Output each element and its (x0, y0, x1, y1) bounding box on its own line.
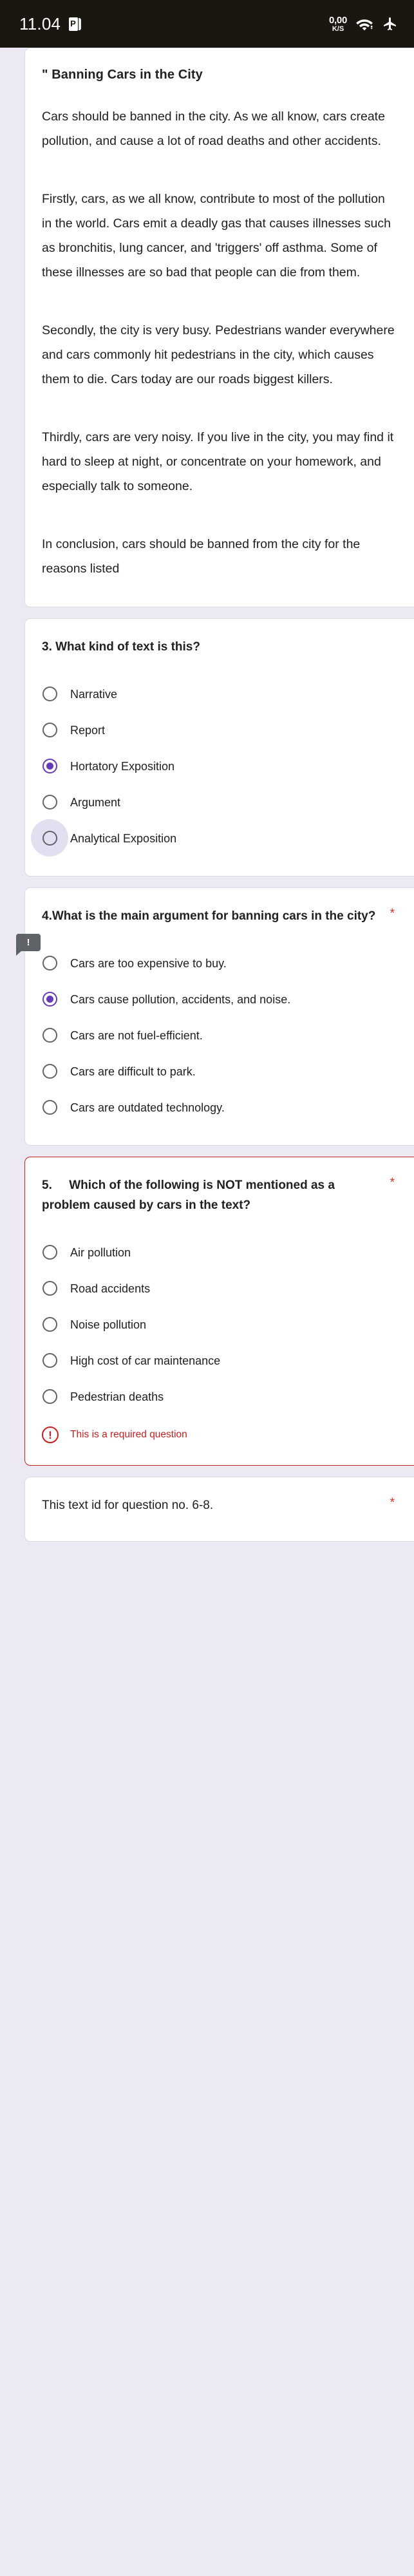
option-row[interactable]: Cars are outdated technology. (42, 1090, 397, 1126)
wifi-icon (356, 19, 373, 31)
passage-paragraph-1: Cars should be banned in the city. As we… (42, 109, 385, 148)
passage-paragraph-2: Firstly, cars, as we all know, contribut… (42, 192, 391, 279)
required-asterisk-5: * (390, 1176, 395, 1189)
option-label: Noise pollution (70, 1318, 147, 1331)
required-error-row: ! This is a required question (42, 1415, 397, 1446)
passage-paragraph-3: Secondly, the city is very busy. Pedestr… (42, 323, 395, 386)
option-row[interactable]: Air pollution (42, 1235, 397, 1271)
option-label: Hortatory Exposition (70, 760, 175, 773)
option-label: Cars are difficult to park. (70, 1065, 196, 1078)
option-row[interactable]: Road accidents (42, 1271, 397, 1307)
options-list-4: Cars are too expensive to buy. Cars caus… (42, 945, 397, 1126)
comment-marker[interactable]: ! (16, 934, 41, 956)
question-header-6: This text id for question no. 6-8. * (42, 1495, 397, 1515)
passage-paragraph-4: Thirdly, cars are very noisy. If you liv… (42, 430, 394, 493)
option-label: Cars are too expensive to buy. (70, 957, 227, 970)
powerpoint-icon-letter: P (70, 18, 76, 28)
radio-button[interactable] (42, 955, 57, 971)
options-list-5: Air pollution Road accidents Noise pollu… (42, 1235, 397, 1415)
radio-button[interactable] (42, 1063, 57, 1079)
option-row[interactable]: Argument (42, 784, 397, 820)
question-card-3: 3. What kind of text is this? Narrative … (24, 618, 414, 876)
passage-title: " Banning Cars in the City (42, 68, 203, 82)
option-label: Narrative (70, 688, 118, 701)
error-message: This is a required question (70, 1429, 187, 1440)
option-label: Cars cause pollution, accidents, and noi… (70, 993, 291, 1006)
radio-button[interactable] (42, 1316, 57, 1332)
airplane-mode-icon (384, 17, 396, 30)
status-bar-right: 0,00 K/S (329, 15, 399, 33)
clock-time: 11.04 (19, 14, 61, 33)
option-row[interactable]: Noise pollution (42, 1307, 397, 1343)
option-label: Cars are outdated technology. (70, 1101, 225, 1114)
option-label: Air pollution (70, 1246, 131, 1259)
option-row[interactable]: Narrative (42, 676, 397, 712)
option-label: Pedestrian deaths (70, 1390, 164, 1403)
option-row[interactable]: Cars are too expensive to buy. (42, 945, 397, 981)
question-header-5: 5. Which of the following is NOT mention… (42, 1175, 397, 1215)
status-bar-left: 11.04 P (19, 14, 82, 34)
question-header-3: 3. What kind of text is this? (42, 637, 397, 657)
option-label: Analytical Exposition (70, 832, 177, 845)
option-row[interactable]: Hortatory Exposition (42, 748, 397, 784)
radio-button[interactable] (42, 1280, 57, 1296)
form-page: " Banning Cars in the City Cars should b… (0, 48, 414, 2576)
question-card-4: 4.What is the main argument for banning … (24, 887, 414, 1146)
reading-passage-card: " Banning Cars in the City Cars should b… (24, 48, 414, 607)
radio-button[interactable] (42, 686, 57, 701)
option-row[interactable]: Cars cause pollution, accidents, and noi… (42, 981, 397, 1018)
question-card-6: This text id for question no. 6-8. * (24, 1477, 414, 1542)
form-content-column: " Banning Cars in the City Cars should b… (24, 48, 414, 1542)
options-list-3: Narrative Report Hortatory Exposition Ar… (42, 676, 397, 857)
required-asterisk-4: * (390, 907, 395, 920)
network-speed-indicator: 0,00 K/S (329, 15, 347, 33)
network-speed-unit: K/S (332, 24, 344, 33)
option-label: High cost of car maintenance (70, 1354, 221, 1367)
network-speed-value: 0,00 (329, 14, 347, 26)
exclamation-icon: ! (26, 937, 30, 948)
option-row[interactable]: Analytical Exposition (42, 820, 397, 857)
radio-button[interactable] (42, 991, 57, 1007)
powerpoint-icon: P (69, 17, 82, 31)
error-exclamation-icon: ! (42, 1426, 59, 1443)
option-row[interactable]: Cars are difficult to park. (42, 1054, 397, 1090)
option-label: Argument (70, 796, 121, 809)
question-card-5: 5. Which of the following is NOT mention… (24, 1157, 414, 1466)
radio-button[interactable] (42, 830, 57, 846)
radio-button[interactable] (42, 758, 57, 773)
question-title-4: 4.What is the main argument for banning … (42, 909, 376, 923)
radio-button[interactable] (42, 722, 57, 737)
option-row[interactable]: Cars are not fuel-efficient. (42, 1018, 397, 1054)
question-title-3: 3. What kind of text is this? (42, 640, 200, 654)
option-label: Report (70, 724, 106, 737)
radio-button[interactable] (42, 1388, 57, 1404)
radio-button[interactable] (42, 1099, 57, 1115)
radio-button[interactable] (42, 1244, 57, 1260)
option-label: Road accidents (70, 1282, 151, 1295)
option-row[interactable]: Pedestrian deaths (42, 1379, 397, 1415)
option-label: Cars are not fuel-efficient. (70, 1029, 203, 1042)
question-title-6: This text id for question no. 6-8. (42, 1499, 214, 1512)
option-row[interactable]: Report (42, 712, 397, 748)
status-bar: 11.04 P 0,00 K/S (0, 0, 414, 48)
radio-button[interactable] (42, 1027, 57, 1043)
radio-button[interactable] (42, 1352, 57, 1368)
passage-paragraph-5: In conclusion, cars should be banned fro… (42, 537, 361, 576)
option-row[interactable]: High cost of car maintenance (42, 1343, 397, 1379)
question-title-5: 5. Which of the following is NOT mention… (42, 1179, 339, 1212)
question-header-4: 4.What is the main argument for banning … (42, 906, 397, 926)
radio-button[interactable] (42, 794, 57, 810)
required-asterisk-6: * (390, 1496, 395, 1510)
